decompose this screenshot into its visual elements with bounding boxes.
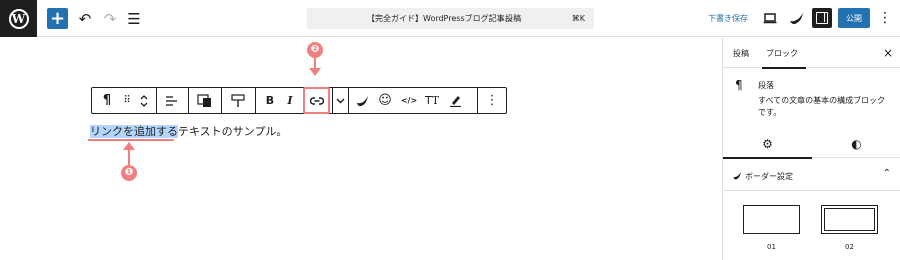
align-left-icon [166, 95, 177, 106]
annotation-badge-1: ❶ [121, 165, 137, 181]
chevron-up-down-icon [140, 94, 148, 107]
paragraph-icon: ¶ [735, 78, 743, 92]
border-style-option-01[interactable] [740, 202, 803, 237]
border-settings-panel-header[interactable]: ボーダー設定 ⌃ [723, 159, 900, 191]
tab-settings[interactable]: ⚙ [723, 130, 812, 159]
bold-button[interactable]: B [262, 88, 278, 113]
block-inserter-button[interactable]: + [47, 8, 68, 29]
swell-layout-icon[interactable] [194, 88, 216, 113]
more-rich-text-dropdown[interactable] [333, 88, 347, 113]
paragraph-block[interactable]: リンクを追加するテキストのサンプル。 [90, 123, 287, 139]
inline-code-icon[interactable]: </> [398, 88, 420, 113]
sidebar-tabs: 投稿 ブロック × [723, 38, 900, 69]
annotation-arrow-up [123, 142, 135, 165]
border-option-label: 02 [845, 243, 854, 251]
options-menu-icon[interactable]: ⋮ [876, 8, 894, 28]
move-up-down-icon[interactable] [137, 88, 151, 113]
editor-canvas: ¶ ⠿ B I ☺ </> ꓔT ⋮ ❷ リンクを追加するテキストのサンプル。 … [0, 38, 722, 260]
bird-icon [733, 171, 741, 180]
command-shortcut: ⌘K [571, 14, 585, 23]
layout-image-icon [197, 93, 211, 107]
block-description: すべての文章の基本の構成ブロックです。 [758, 96, 886, 117]
block-options-icon[interactable]: ⋮ [483, 88, 501, 113]
pen-icon [449, 96, 461, 107]
paint-roller-icon [231, 93, 245, 107]
command-palette-bar[interactable]: 【完全ガイド】WordPressブログ記事... · 投稿 ⌘K [307, 8, 594, 29]
wordpress-logo-icon: W [8, 8, 29, 29]
drag-handle-icon[interactable]: ⠿ [120, 88, 134, 113]
marker-style-icon[interactable] [227, 88, 249, 113]
block-toolbar: ¶ ⠿ B I ☺ </> ꓔT ⋮ [91, 87, 507, 114]
save-draft-button[interactable]: 下書き保存 [708, 13, 748, 24]
link-button[interactable] [305, 88, 328, 113]
bird-icon [357, 95, 368, 106]
wordpress-logo-button[interactable]: W [0, 0, 37, 37]
chevron-down-icon [336, 98, 344, 103]
list-view-icon[interactable]: ☰ [123, 8, 145, 30]
document-type: · 投稿 [500, 14, 522, 23]
settings-panel-toggle-icon[interactable] [812, 8, 832, 28]
block-name: 段落 [758, 81, 774, 90]
link-icon [309, 96, 324, 105]
align-text-icon[interactable] [162, 88, 182, 113]
selected-text[interactable]: リンクを追加する [90, 125, 178, 138]
panel-title: ボーダー設定 [745, 172, 793, 181]
document-title: 【完全ガイド】WordPressブログ記事... [367, 14, 513, 23]
font-size-icon[interactable]: ꓔT [423, 88, 441, 113]
tab-styles[interactable]: ◐ [812, 130, 900, 158]
italic-button[interactable]: I [283, 88, 297, 113]
settings-sidebar: 投稿 ブロック × ¶ 段落 すべての文章の基本の構成ブロックです。 ⚙ ◐ ボ… [722, 38, 900, 260]
paragraph-text[interactable]: テキストのサンプル。 [178, 125, 287, 138]
redo-icon[interactable]: ↷ [99, 8, 121, 30]
editor-top-bar: W + ↶ ↷ ☰ 【完全ガイド】WordPressブログ記事... · 投稿 … [0, 0, 900, 37]
annotation-badge-2: ❷ [307, 42, 323, 58]
emoji-icon[interactable]: ☺ [376, 88, 394, 113]
close-icon[interactable]: × [883, 46, 893, 60]
tab-post[interactable]: 投稿 [733, 38, 749, 68]
annotation-arrow-down [309, 58, 321, 76]
paragraph-block-icon[interactable]: ¶ [98, 88, 116, 113]
tab-block[interactable]: ブロック [762, 38, 806, 69]
swell-bird-icon[interactable] [788, 9, 806, 27]
block-inspector-tabs: ⚙ ◐ [723, 130, 900, 159]
highlight-pen-icon[interactable] [446, 88, 464, 113]
publish-button[interactable]: 公開 [838, 8, 870, 28]
selection-underline [88, 139, 174, 141]
border-style-option-02[interactable] [818, 202, 881, 237]
swell-format-icon[interactable] [354, 88, 372, 113]
undo-icon[interactable]: ↶ [74, 8, 96, 30]
half-circle-icon: ◐ [851, 137, 862, 151]
preview-desktop-icon[interactable] [763, 11, 777, 25]
chevron-up-icon: ⌃ [882, 168, 891, 179]
border-option-label: 01 [767, 243, 776, 251]
gear-icon: ⚙ [762, 137, 773, 151]
